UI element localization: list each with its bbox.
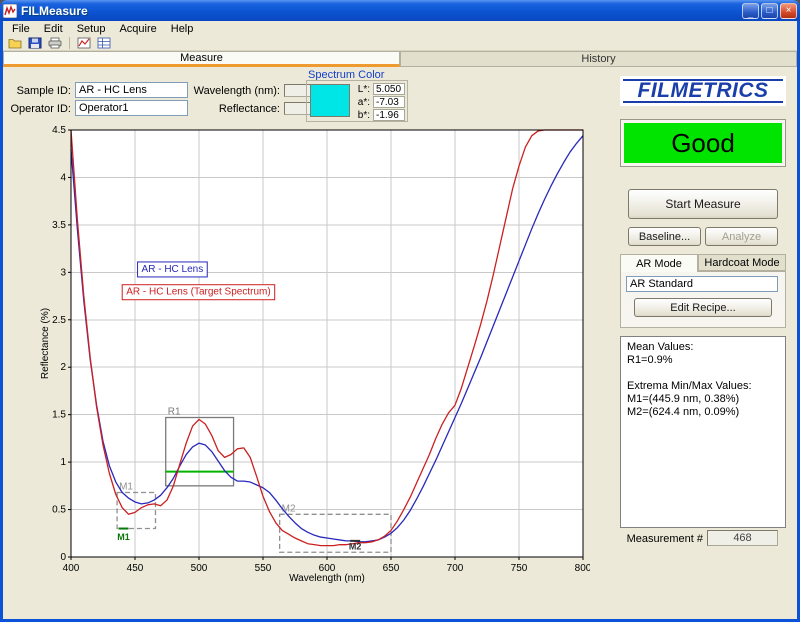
window-body: File Edit Setup Acquire Help [3,21,797,619]
filmetrics-logo: FILMETRICS [620,76,786,106]
minimize-button[interactable]: _ [742,3,759,19]
results-box: Mean Values: R1=0.9% Extrema Min/Max Val… [620,336,786,528]
sample-id-label: Sample ID: [9,85,71,97]
tab-hardcoat-mode[interactable]: Hardcoat Mode [698,254,786,271]
operator-id-label: Operator ID: [9,103,71,115]
main-tabs: Measure History [3,51,797,67]
start-measure-button[interactable]: Start Measure [628,189,778,219]
app-icon [3,4,17,18]
tab-history[interactable]: History [400,51,797,67]
svg-text:Wavelength (nm): Wavelength (nm) [289,573,365,584]
svg-text:M2: M2 [349,542,362,552]
svg-text:2: 2 [60,362,66,373]
svg-text:800: 800 [575,563,590,574]
svg-text:1: 1 [60,457,66,468]
window-title: FILMeasure [21,4,742,18]
svg-text:3: 3 [60,267,66,278]
analyze-button[interactable]: Analyze [705,227,778,246]
menubar: File Edit Setup Acquire Help [3,21,797,36]
toolbar [3,36,797,51]
measurement-value: 468 [707,530,778,546]
lab-a-value: -7.03 [373,96,405,108]
svg-text:AR - HC Lens (Target Spectrum): AR - HC Lens (Target Spectrum) [126,287,271,298]
svg-text:R1: R1 [168,407,181,418]
svg-text:2.5: 2.5 [52,315,66,326]
menu-edit[interactable]: Edit [37,22,70,36]
svg-text:4: 4 [60,172,66,183]
open-icon[interactable] [6,36,24,50]
results-line: M1=(445.9 nm, 0.38%) [627,393,779,406]
app-window: FILMeasure _ □ × File Edit Setup Acquire… [0,0,800,622]
table-icon[interactable] [95,36,113,50]
print-icon[interactable] [46,36,64,50]
svg-text:650: 650 [383,563,400,574]
status-indicator: Good [624,123,782,163]
baseline-button[interactable]: Baseline... [628,227,701,246]
recipe-input[interactable] [626,276,778,292]
svg-text:500: 500 [191,563,208,574]
svg-text:M1: M1 [117,532,130,542]
results-line: M2=(624.4 nm, 0.09%) [627,406,779,419]
maximize-button[interactable]: □ [761,3,778,19]
sample-id-input[interactable] [75,82,188,98]
svg-text:M2: M2 [282,503,296,514]
svg-text:3.5: 3.5 [52,220,66,231]
reflectance-label: Reflectance: [185,103,280,115]
spectrum-color-swatch [310,84,350,117]
svg-text:0: 0 [60,552,66,563]
menu-acquire[interactable]: Acquire [112,22,163,36]
tab-ar-mode[interactable]: AR Mode [620,254,698,272]
results-line: Mean Values: [627,341,779,354]
svg-text:400: 400 [63,563,80,574]
filmetrics-logo-text: FILMETRICS [638,79,769,103]
svg-text:700: 700 [447,563,464,574]
svg-text:750: 750 [511,563,528,574]
operator-id-input[interactable] [75,100,188,116]
close-button[interactable]: × [780,3,797,19]
measurement-label: Measurement # [623,533,703,545]
lab-b-label: b*: [353,110,370,121]
svg-text:Reflectance (%): Reflectance (%) [40,308,51,379]
wavelength-label: Wavelength (nm): [185,85,280,97]
titlebar: FILMeasure _ □ × [0,0,800,21]
status-panel: Good [620,119,786,167]
spectrum-chart: M1R1M2M1M2AR - HC LensAR - HC Lens (Targ… [38,125,590,591]
lab-l-value: 5.050 [373,83,405,95]
results-line: R1=0.9% [627,354,779,367]
menu-setup[interactable]: Setup [70,22,113,36]
lab-l-label: L*: [353,84,370,95]
svg-text:550: 550 [255,563,272,574]
chart-icon[interactable] [75,36,93,50]
svg-text:1.5: 1.5 [52,410,66,421]
lab-b-value: -1.96 [373,109,405,121]
lab-a-label: a*: [353,97,370,108]
menu-file[interactable]: File [5,22,37,36]
svg-text:450: 450 [127,563,144,574]
tab-measure[interactable]: Measure [3,51,400,67]
svg-text:4.5: 4.5 [52,125,66,136]
results-line: Extrema Min/Max Values: [627,380,779,393]
menu-help[interactable]: Help [164,22,201,36]
measure-page: Sample ID: Operator ID: Wavelength (nm):… [3,67,797,619]
toolbar-separator [69,37,70,49]
save-icon[interactable] [26,36,44,50]
svg-text:0.5: 0.5 [52,505,66,516]
edit-recipe-button[interactable]: Edit Recipe... [634,298,772,317]
svg-text:AR - HC Lens: AR - HC Lens [142,264,204,275]
